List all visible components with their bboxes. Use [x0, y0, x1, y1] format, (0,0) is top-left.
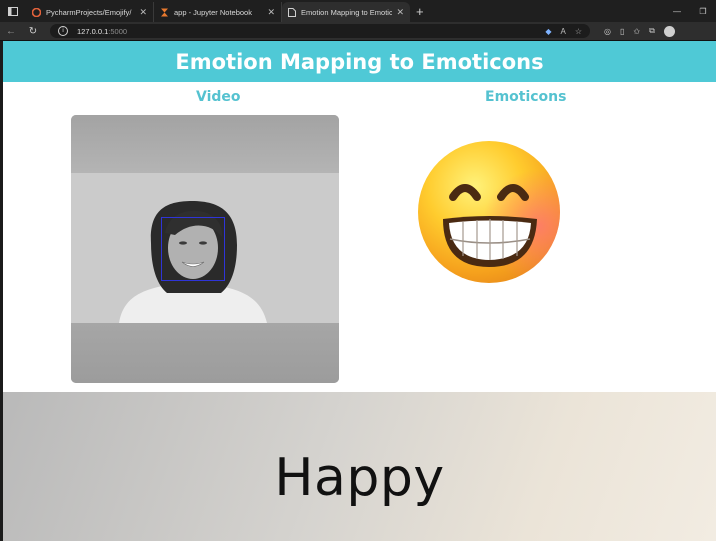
restore-icon[interactable]: ❐	[690, 7, 716, 16]
web-page: Emotion Mapping to Emoticons Video Emoti…	[3, 41, 716, 541]
close-icon[interactable]: ✕	[267, 7, 275, 18]
window-controls: — ❐	[664, 0, 716, 22]
close-icon[interactable]: ✕	[396, 7, 404, 18]
add-favorite-icon[interactable]: ☆	[575, 27, 582, 36]
favorites-icon[interactable]: ✩	[633, 27, 640, 36]
url-actions: ◆ A ☆	[545, 27, 582, 36]
tab-emotion-mapping[interactable]: Emotion Mapping to Emoticons ✕	[282, 2, 410, 22]
address-bar: ← ↻ i 127.0.0.1:5000 ◆ A ☆ ◎ ▯ ✩ ⧉	[0, 22, 716, 41]
url-field[interactable]: i 127.0.0.1:5000 ◆ A ☆	[50, 24, 590, 38]
video-heading: Video	[196, 89, 241, 105]
hourglass-icon	[161, 8, 168, 16]
camera-frame	[71, 173, 339, 323]
copilot-icon[interactable]: ◎	[604, 27, 611, 36]
video-feed	[71, 115, 339, 383]
refresh-icon[interactable]: ↻	[22, 26, 44, 37]
tab-actions-icon[interactable]	[0, 0, 26, 22]
tab-title: app - Jupyter Notebook	[174, 7, 252, 17]
toolbar-icons: ◎ ▯ ✩ ⧉	[604, 25, 675, 37]
tag-icon[interactable]: ◆	[545, 27, 551, 36]
grinning-emoji-icon	[417, 139, 563, 285]
split-screen-icon[interactable]: ▯	[620, 27, 624, 36]
tab-title: PycharmProjects/Emojify/	[46, 7, 132, 17]
video-band-top	[71, 115, 339, 173]
emotion-banner: Happy	[3, 392, 716, 541]
minimize-icon[interactable]: —	[664, 7, 690, 16]
url-port: :5000	[108, 26, 128, 36]
video-band-bottom	[71, 323, 339, 383]
tab-strip: PycharmProjects/Emojify/ ✕ app - Jupyter…	[0, 0, 716, 22]
tab-jupyter[interactable]: app - Jupyter Notebook ✕	[154, 2, 282, 22]
info-icon[interactable]: i	[58, 26, 68, 36]
new-tab-icon[interactable]: +	[416, 2, 424, 22]
tab-title: Emotion Mapping to Emoticons	[301, 7, 393, 17]
page-header: Emotion Mapping to Emoticons	[3, 41, 716, 82]
close-icon[interactable]: ✕	[139, 7, 147, 18]
gitlab-icon	[32, 7, 41, 17]
tab-pycharm[interactable]: PycharmProjects/Emojify/ ✕	[26, 2, 154, 22]
face-detection-box	[161, 217, 225, 281]
profile-avatar[interactable]	[663, 25, 675, 37]
page-title: Emotion Mapping to Emoticons	[175, 49, 544, 74]
emoticons-heading: Emoticons	[485, 89, 567, 105]
back-icon[interactable]: ←	[0, 26, 22, 37]
read-aloud-icon[interactable]: A	[560, 27, 565, 36]
url-host: 127.0.0.1	[77, 26, 109, 36]
collections-icon[interactable]: ⧉	[649, 26, 655, 36]
emotion-label: Happy	[274, 448, 445, 508]
page-icon	[288, 7, 296, 17]
